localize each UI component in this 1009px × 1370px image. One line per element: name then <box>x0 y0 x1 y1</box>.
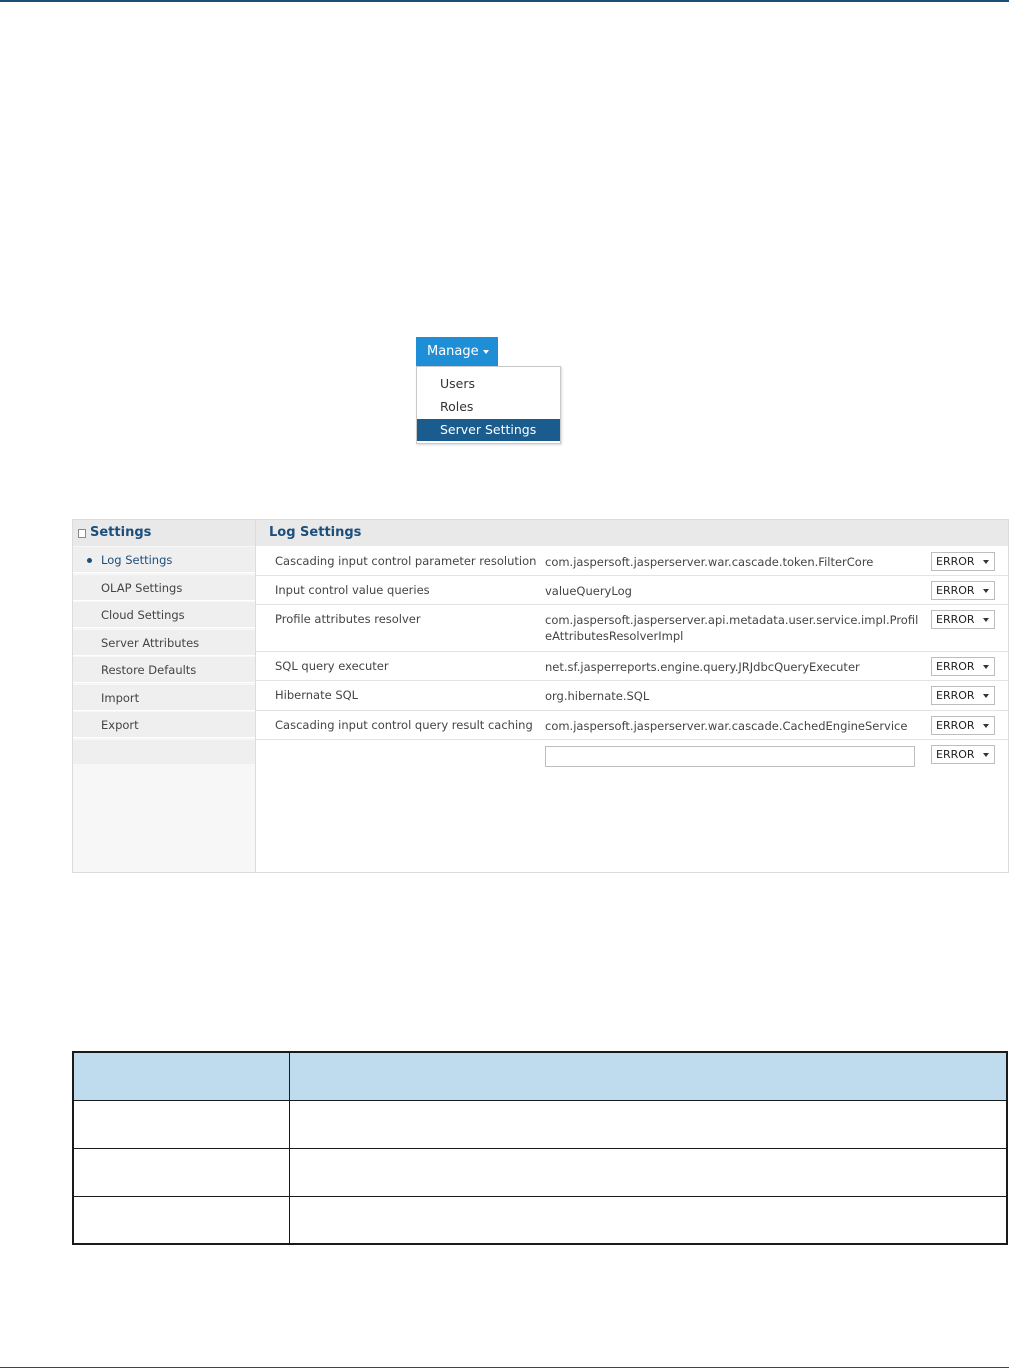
page-top-rule <box>0 0 1009 2</box>
reference-table <box>72 1051 1008 1245</box>
menu-item-users[interactable]: Users <box>417 373 560 395</box>
collapse-icon[interactable] <box>78 529 86 538</box>
menu-item-server-settings[interactable]: Server Settings <box>417 419 560 441</box>
new-logger-level-select[interactable]: ERROR <box>931 745 995 764</box>
sidebar-item-label: Import <box>101 691 140 705</box>
table-row <box>74 1197 1006 1245</box>
chevron-down-icon <box>983 694 989 698</box>
manage-dropdown: Users Roles Server Settings <box>416 366 561 444</box>
logger-name: net.sf.jasperreports.engine.query.JRJdbc… <box>545 660 860 674</box>
new-logger-input[interactable] <box>545 746 915 767</box>
logger-name: org.hibernate.SQL <box>545 689 650 703</box>
table-header <box>74 1053 1006 1101</box>
table-row <box>74 1101 1006 1149</box>
chevron-down-icon <box>983 618 989 622</box>
log-settings-main: Log Settings Cascading input control par… <box>256 520 1008 872</box>
sidebar-item-label: Export <box>101 718 139 732</box>
server-settings-panel: Settings Log Settings OLAP Settings Clou… <box>72 519 1009 873</box>
logger-name: com.jaspersoft.jasperserver.war.cascade.… <box>545 719 908 733</box>
settings-sidebar: Settings Log Settings OLAP Settings Clou… <box>73 520 256 872</box>
sidebar-title: Settings <box>90 525 152 540</box>
manage-menu-button[interactable]: Manage <box>416 337 498 366</box>
sidebar-item-export[interactable]: Export <box>73 712 255 738</box>
table-row <box>74 1149 1006 1197</box>
log-label: Input control value queries <box>275 583 430 597</box>
sidebar-item-label: Cloud Settings <box>101 608 185 622</box>
log-level-value: ERROR <box>936 584 975 597</box>
sidebar-filler <box>73 740 255 764</box>
log-level-value: ERROR <box>936 660 975 673</box>
sidebar-item-olap-settings[interactable]: OLAP Settings <box>73 575 255 601</box>
log-level-select[interactable]: ERROR <box>931 552 995 571</box>
page-bottom-rule <box>0 1367 1009 1368</box>
log-label: Cascading input control query result cac… <box>275 718 533 732</box>
log-level-value: ERROR <box>936 748 975 761</box>
sidebar-item-label: Server Attributes <box>101 636 200 650</box>
sidebar-item-server-attributes[interactable]: Server Attributes <box>73 630 255 656</box>
logger-name: valueQueryLog <box>545 584 632 598</box>
log-row: Profile attributes resolver com.jasperso… <box>256 605 1008 652</box>
log-level-value: ERROR <box>936 719 975 732</box>
sidebar-item-cloud-settings[interactable]: Cloud Settings <box>73 602 255 628</box>
log-row: Cascading input control query result cac… <box>256 711 1008 740</box>
logger-name: com.jaspersoft.jasperserver.api.metadata… <box>545 613 919 643</box>
chevron-down-icon <box>983 753 989 757</box>
chevron-down-icon <box>983 560 989 564</box>
sidebar-item-label: OLAP Settings <box>101 581 183 595</box>
chevron-down-icon <box>482 349 489 354</box>
log-settings-title: Log Settings <box>256 520 1008 546</box>
log-row: Cascading input control parameter resolu… <box>256 547 1008 576</box>
sidebar-item-log-settings[interactable]: Log Settings <box>73 547 255 573</box>
sidebar-item-label: Restore Defaults <box>101 663 197 677</box>
log-level-value: ERROR <box>936 555 975 568</box>
log-label: Hibernate SQL <box>275 688 359 702</box>
log-level-value: ERROR <box>936 689 975 702</box>
sidebar-item-import[interactable]: Import <box>73 685 255 711</box>
sidebar-item-label: Log Settings <box>101 553 173 567</box>
manage-label: Manage <box>427 344 479 359</box>
log-row: Input control value queries valueQueryLo… <box>256 576 1008 605</box>
log-level-select[interactable]: ERROR <box>931 686 995 705</box>
log-level-select[interactable]: ERROR <box>931 581 995 600</box>
chevron-down-icon <box>983 665 989 669</box>
log-label: Cascading input control parameter resolu… <box>275 554 537 568</box>
log-row: Hibernate SQL org.hibernate.SQL ERROR <box>256 681 1008 711</box>
log-level-select[interactable]: ERROR <box>931 716 995 735</box>
log-row: SQL query executer net.sf.jasperreports.… <box>256 652 1008 681</box>
sidebar-item-restore-defaults[interactable]: Restore Defaults <box>73 657 255 683</box>
log-label: Profile attributes resolver <box>275 612 421 626</box>
menu-item-roles[interactable]: Roles <box>417 396 560 418</box>
log-level-select[interactable]: ERROR <box>931 657 995 676</box>
new-logger-row: ERROR <box>256 740 1008 774</box>
sidebar-header: Settings <box>73 520 255 546</box>
log-label: SQL query executer <box>275 659 389 673</box>
chevron-down-icon <box>983 724 989 728</box>
table-column-divider <box>289 1053 290 1243</box>
active-bullet-icon <box>87 558 92 563</box>
chevron-down-icon <box>983 589 989 593</box>
logger-name: com.jaspersoft.jasperserver.war.cascade.… <box>545 555 874 569</box>
log-level-value: ERROR <box>936 613 975 626</box>
log-level-select[interactable]: ERROR <box>931 610 995 629</box>
